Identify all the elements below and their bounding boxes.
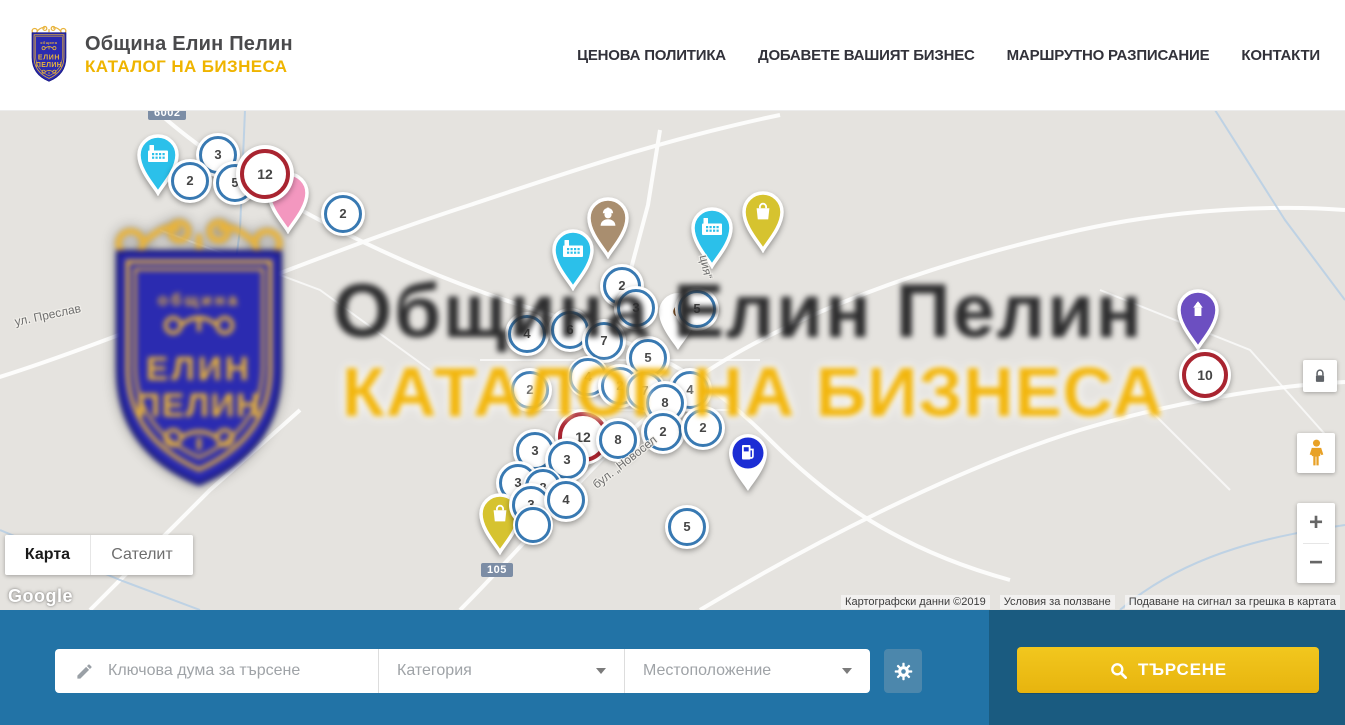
cluster-count: 4: [523, 326, 530, 341]
category-select-label: Категория: [397, 662, 472, 680]
lock-scroll-button[interactable]: [1303, 360, 1337, 392]
location-select-label: Местоположение: [643, 662, 771, 680]
brand-logo-link[interactable]: община ЕЛИН ПЕЛИН Община Елин Пелин КАТА…: [25, 24, 293, 86]
location-select[interactable]: Местоположение: [625, 649, 870, 693]
page: община ЕЛИН ПЕЛИН Община Елин Пелин КАТА…: [0, 0, 1345, 725]
cluster-count: 3: [214, 147, 221, 162]
header: община ЕЛИН ПЕЛИН Община Елин Пелин КАТА…: [0, 0, 1345, 111]
keyword-field: [55, 649, 379, 693]
zoom-control: + −: [1297, 503, 1335, 583]
cluster-count: 5: [683, 519, 690, 534]
svg-text:ПЕЛИН: ПЕЛИН: [36, 62, 62, 69]
pegman-button[interactable]: [1297, 433, 1335, 473]
chevron-down-icon: [842, 668, 852, 674]
municipality-crest-logo: община ЕЛИН ПЕЛИН: [25, 24, 73, 86]
road-number-shield: 6002: [148, 110, 186, 120]
nav-item-add-business[interactable]: ДОБАВЕТЕ ВАШИЯТ БИЗНЕС: [758, 47, 975, 64]
cluster-count: 3: [531, 443, 538, 458]
main-nav: ЦЕНОВА ПОЛИТИКА ДОБАВЕТЕ ВАШИЯТ БИЗНЕС М…: [577, 47, 1320, 64]
svg-text:община: община: [40, 41, 57, 45]
cluster-count: 6: [566, 322, 573, 337]
road-number-shield: 105: [481, 563, 513, 577]
map-cluster-marker[interactable]: 5: [675, 287, 719, 331]
cluster-count: 3: [632, 300, 639, 315]
report-map-error-link[interactable]: Подаване на сигнал за грешка в картата: [1125, 595, 1340, 609]
search-button-label: ТЪРСЕНЕ: [1138, 660, 1227, 680]
search-fields: Категория Местоположение: [55, 649, 870, 693]
search-submit-button[interactable]: ТЪРСЕНЕ: [1017, 647, 1319, 693]
attribution-copyright: Картографски данни ©2019: [841, 595, 990, 609]
zoom-out-button[interactable]: −: [1297, 544, 1335, 584]
nav-item-route-schedule[interactable]: МАРШРУТНО РАЗПИСАНИЕ: [1007, 47, 1210, 64]
advanced-settings-button[interactable]: [884, 649, 922, 693]
cluster-count: 5: [644, 350, 651, 365]
nav-item-pricing[interactable]: ЦЕНОВА ПОЛИТИКА: [577, 47, 726, 64]
map-markers-layer: 325122235647542274822128333834510ул. Пре…: [0, 110, 1345, 610]
map-type-control: Карта Сателит: [5, 535, 193, 575]
map-canvas[interactable]: 325122235647542274822128333834510ул. Пре…: [0, 110, 1345, 610]
map-cluster-marker[interactable]: 2: [681, 406, 725, 450]
cluster-count: 4: [562, 492, 569, 507]
street-label: ул. Преслав: [13, 301, 82, 329]
map-attribution: Картографски данни ©2019 Условия за полз…: [841, 595, 1340, 609]
cluster-count: 12: [257, 166, 273, 182]
search-bar: Категория Местоположение: [0, 610, 1345, 725]
map-cluster-marker[interactable]: [513, 505, 553, 545]
lock-icon: [1313, 368, 1327, 384]
google-logo[interactable]: Google: [8, 586, 73, 607]
map-cluster-marker[interactable]: 4: [505, 312, 549, 356]
category-select[interactable]: Категория: [379, 649, 625, 693]
cluster-count: 2: [699, 420, 706, 435]
site-title: Община Елин Пелин: [85, 32, 293, 56]
cluster-count: 3: [563, 452, 570, 467]
svg-text:ЕЛИН: ЕЛИН: [38, 55, 60, 62]
map-cluster-marker[interactable]: 2: [321, 192, 365, 236]
cluster-count: 8: [661, 395, 668, 410]
fuel-pin-marker[interactable]: [722, 430, 774, 499]
map-type-satellite-button[interactable]: Сателит: [91, 535, 193, 575]
pegman-icon: [1305, 438, 1328, 469]
nav-item-contacts[interactable]: КОНТАКТИ: [1241, 47, 1320, 64]
map-cluster-marker[interactable]: 2: [168, 159, 212, 203]
gear-icon: [893, 661, 914, 682]
cluster-count: 2: [186, 173, 193, 188]
cluster-count: 4: [584, 369, 591, 384]
map-cluster-marker[interactable]: 10: [1179, 349, 1231, 401]
bag-pin-marker[interactable]: [737, 189, 789, 258]
zoom-in-button[interactable]: +: [1297, 503, 1335, 543]
cluster-count: 10: [1197, 367, 1213, 383]
pencil-icon: [75, 662, 94, 681]
map-cluster-marker[interactable]: 3: [614, 286, 658, 330]
keyword-search-input[interactable]: [106, 661, 350, 681]
church-pin-marker[interactable]: [1172, 287, 1224, 356]
site-subtitle: КАТАЛОГ НА БИЗНЕСА: [85, 57, 293, 78]
cluster-count: 2: [659, 424, 666, 439]
map-cluster-marker[interactable]: 5: [665, 505, 709, 549]
cluster-count: 2: [339, 206, 346, 221]
cluster-count: 4: [686, 382, 693, 397]
search-icon: [1109, 661, 1128, 680]
factory-pin-marker[interactable]: [547, 227, 599, 296]
brand-text: Община Елин Пелин КАТАЛОГ НА БИЗНЕСА: [85, 32, 293, 77]
cluster-count: 8: [614, 432, 621, 447]
chevron-down-icon: [596, 668, 606, 674]
cluster-count: 2: [616, 378, 623, 393]
cluster-count: 5: [693, 301, 700, 316]
cluster-count: 2: [526, 382, 533, 397]
map-type-map-button[interactable]: Карта: [5, 535, 91, 575]
map-cluster-marker[interactable]: 12: [236, 145, 294, 203]
terms-of-use-link[interactable]: Условия за ползване: [1000, 595, 1115, 609]
map-cluster-marker[interactable]: 2: [508, 368, 552, 412]
cluster-count: 7: [600, 333, 607, 348]
